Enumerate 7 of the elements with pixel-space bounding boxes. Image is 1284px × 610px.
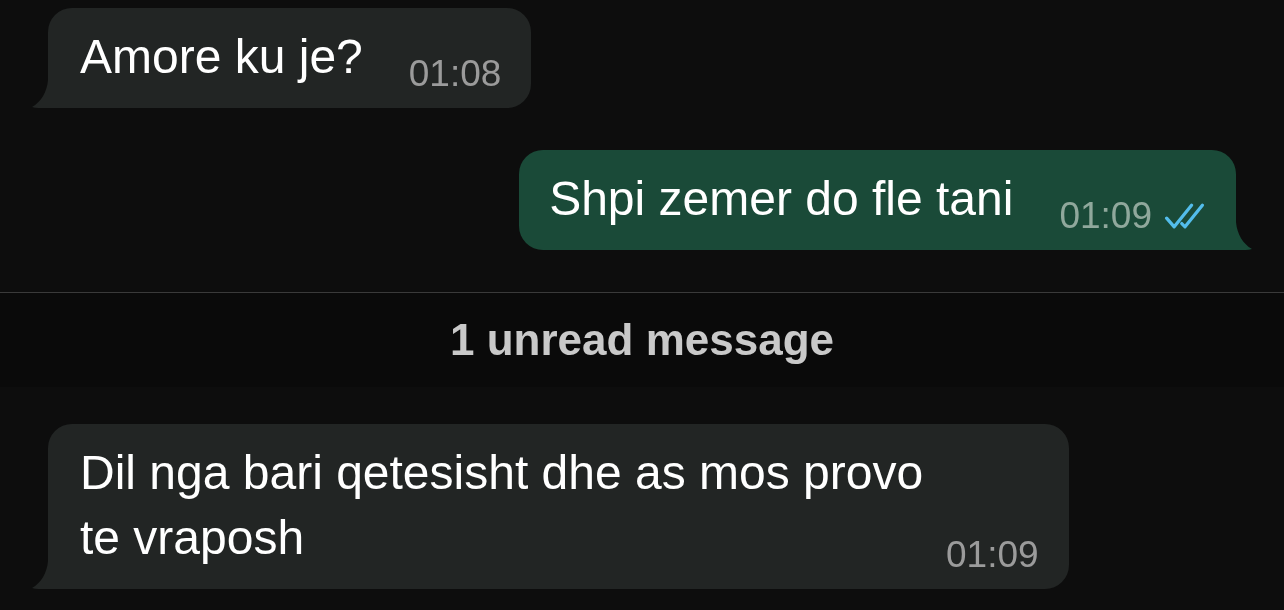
- message-time: 01:08: [408, 55, 502, 92]
- message-text: Shpi zemer do fle tani: [549, 171, 1014, 227]
- message-text: Dil nga bari qetesisht dhe as mos provo te vraposh: [80, 445, 925, 566]
- message-time: 01:09: [946, 536, 1039, 573]
- message-text: Amore ku je?: [80, 29, 363, 85]
- unread-count-label: 1 unread message: [450, 315, 834, 365]
- message-time: 01:09: [1059, 197, 1152, 234]
